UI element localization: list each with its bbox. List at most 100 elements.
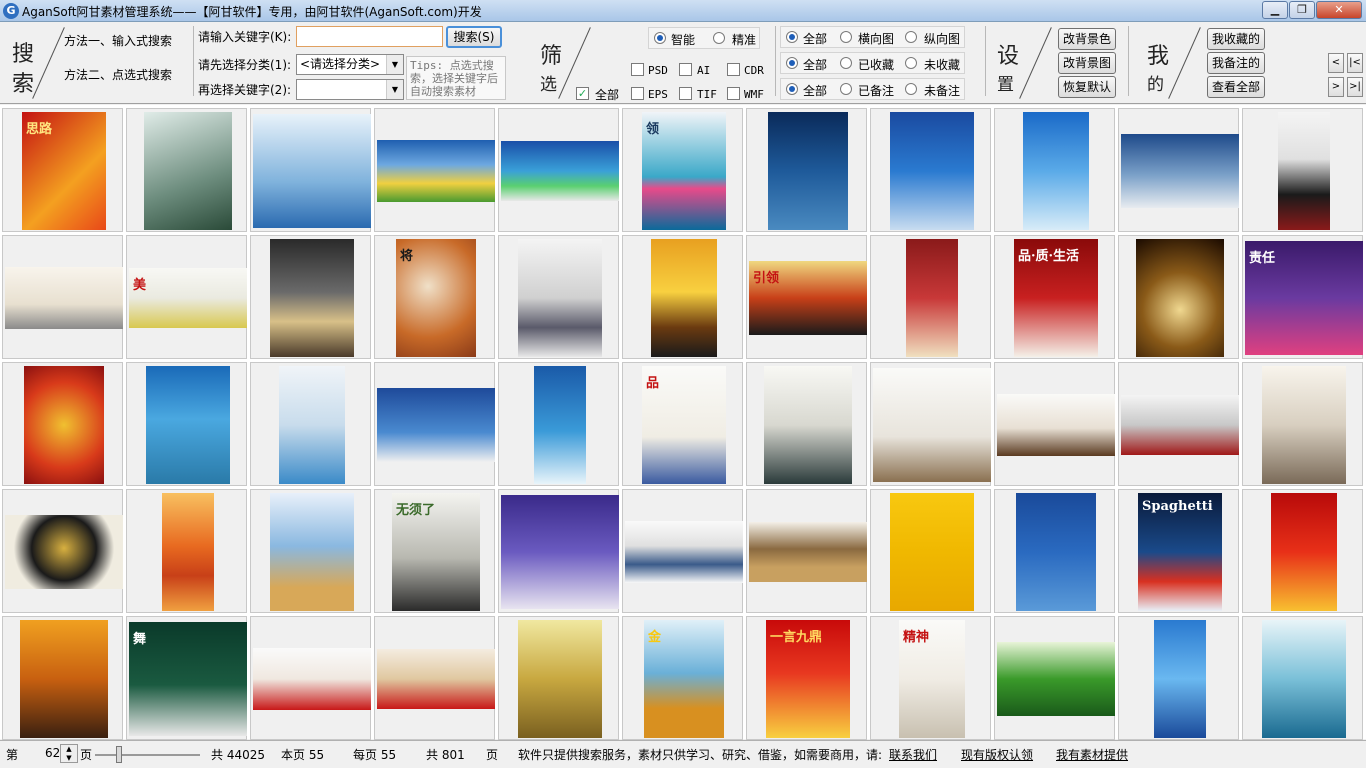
format-ai-checkbox[interactable] <box>679 63 692 76</box>
view-all-button[interactable]: 查看全部 <box>1207 76 1265 98</box>
thumbnail-cell[interactable] <box>250 235 371 359</box>
format-psd-checkbox[interactable] <box>631 63 644 76</box>
thumbnail-caption: 美 <box>133 278 147 293</box>
minimize-button[interactable]: ▁ <box>1262 1 1288 19</box>
search-button[interactable]: 搜索(S) <box>446 26 502 48</box>
thumbnail-cell[interactable] <box>250 616 371 740</box>
copyright-claim-link[interactable]: 现有版权认领 <box>961 746 1033 763</box>
mode-smart-radio[interactable] <box>654 32 666 44</box>
thumbnail-cell[interactable] <box>374 362 495 486</box>
not-noted-radio[interactable] <box>905 83 917 95</box>
thumbnail-cell[interactable] <box>2 235 123 359</box>
page-spinner[interactable]: ▲ ▼ <box>60 744 78 763</box>
thumbnail-cell[interactable] <box>994 616 1115 740</box>
thumbnail-cell[interactable]: 品 <box>622 362 743 486</box>
thumbnail-cell[interactable]: Spaghetti <box>1118 489 1239 613</box>
page-number-input[interactable]: 62 <box>45 746 60 760</box>
thumbnail-cell[interactable] <box>498 489 619 613</box>
thumbnail-cell[interactable] <box>498 108 619 232</box>
note-all-radio[interactable] <box>786 83 798 95</box>
thumbnail-cell[interactable] <box>250 362 371 486</box>
thumbnail-cell[interactable] <box>2 489 123 613</box>
thumbnail-cell[interactable] <box>1118 362 1239 486</box>
my-favorites-button[interactable]: 我收藏的 <box>1207 28 1265 50</box>
thumbnail-cell[interactable] <box>126 489 247 613</box>
favorited-radio[interactable] <box>840 57 852 69</box>
thumbnail-cell[interactable]: 美 <box>126 235 247 359</box>
thumbnail-cell[interactable] <box>1242 362 1363 486</box>
thumbnail-cell[interactable]: 一言九鼎 <box>746 616 867 740</box>
subkey-select[interactable]: ▼ <box>296 79 404 100</box>
thumbnail-cell[interactable]: 无须了 <box>374 489 495 613</box>
thumbnail-cell[interactable] <box>250 489 371 613</box>
thumbnail-cell[interactable]: 责任 <box>1242 235 1363 359</box>
thumbnail-cell[interactable] <box>250 108 371 232</box>
thumbnail-cell[interactable]: 领 <box>622 108 743 232</box>
format-eps-checkbox[interactable] <box>631 87 644 100</box>
thumbnail-cell[interactable]: 将 <box>374 235 495 359</box>
thumbnail-cell[interactable] <box>1118 235 1239 359</box>
keyword-input[interactable] <box>296 26 443 47</box>
thumbnail-cell[interactable] <box>126 108 247 232</box>
thumbnail-cell[interactable] <box>1242 616 1363 740</box>
thumbnail-cell[interactable] <box>622 489 743 613</box>
thumbnail-cell[interactable] <box>2 616 123 740</box>
orientation-vertical-radio[interactable] <box>905 31 917 43</box>
my-notes-button[interactable]: 我备注的 <box>1207 52 1265 74</box>
thumbnail-cell[interactable] <box>870 108 991 232</box>
thumbnail-cell[interactable]: 精神 <box>870 616 991 740</box>
thumbnail-cell[interactable]: 舞 <box>126 616 247 740</box>
format-tif-checkbox[interactable] <box>679 87 692 100</box>
change-bg-image-button[interactable]: 改背景图 <box>1058 52 1116 74</box>
close-button[interactable]: ✕ <box>1316 1 1362 19</box>
thumbnail-cell[interactable]: 金 <box>622 616 743 740</box>
favorite-all-radio[interactable] <box>786 57 798 69</box>
last-page-button[interactable]: >| <box>1347 77 1363 97</box>
provide-material-link[interactable]: 我有素材提供 <box>1056 746 1128 763</box>
thumbnail-cell[interactable] <box>1118 616 1239 740</box>
thumbnail-cell[interactable] <box>374 616 495 740</box>
change-bg-color-button[interactable]: 改背景色 <box>1058 28 1116 50</box>
thumbnail-cell[interactable] <box>746 108 867 232</box>
first-page-button[interactable]: |< <box>1347 53 1363 73</box>
thumbnail-cell[interactable] <box>498 616 619 740</box>
thumbnail-cell[interactable] <box>2 362 123 486</box>
mode-exact-radio[interactable] <box>713 32 725 44</box>
thumbnail-cell[interactable] <box>746 489 867 613</box>
thumbnail-cell[interactable] <box>994 362 1115 486</box>
thumbnail-cell[interactable]: 思路 <box>2 108 123 232</box>
maximize-button[interactable]: ❐ <box>1289 1 1315 19</box>
orientation-all-label: 全部 <box>803 32 828 46</box>
format-cdr-checkbox[interactable] <box>727 63 740 76</box>
thumbnail-cell[interactable] <box>1242 108 1363 232</box>
thumbnail-cell[interactable] <box>622 235 743 359</box>
thumbnail-cell[interactable]: 品·质·生活 <box>994 235 1115 359</box>
contact-us-link[interactable]: 联系我们 <box>889 746 937 763</box>
thumbnail-size-slider[interactable] <box>116 746 122 763</box>
prev-page-button[interactable]: < <box>1328 53 1344 73</box>
thumbnail-cell[interactable] <box>870 362 991 486</box>
thumbnail-cell[interactable] <box>746 362 867 486</box>
thumbnail-cell[interactable] <box>994 489 1115 613</box>
thumbnail-image: 引领 <box>749 261 867 335</box>
format-wmf-checkbox[interactable] <box>727 87 740 100</box>
category-select[interactable]: <请选择分类> ▼ <box>296 54 404 75</box>
settings-big-char-1: 设 <box>997 44 1020 69</box>
thumbnail-cell[interactable] <box>498 362 619 486</box>
thumbnail-cell[interactable] <box>994 108 1115 232</box>
not-favorited-radio[interactable] <box>905 57 917 69</box>
next-page-button[interactable]: > <box>1328 77 1344 97</box>
thumbnail-cell[interactable]: 引领 <box>746 235 867 359</box>
thumbnail-cell[interactable] <box>126 362 247 486</box>
thumbnail-cell[interactable] <box>374 108 495 232</box>
format-all-checkbox[interactable]: ✓ <box>576 87 589 100</box>
orientation-horizontal-radio[interactable] <box>840 31 852 43</box>
thumbnail-cell[interactable] <box>1118 108 1239 232</box>
orientation-all-radio[interactable] <box>786 31 798 43</box>
noted-radio[interactable] <box>840 83 852 95</box>
thumbnail-cell[interactable] <box>870 235 991 359</box>
thumbnail-cell[interactable] <box>1242 489 1363 613</box>
thumbnail-cell[interactable] <box>498 235 619 359</box>
restore-default-button[interactable]: 恢复默认 <box>1058 76 1116 98</box>
thumbnail-cell[interactable] <box>870 489 991 613</box>
